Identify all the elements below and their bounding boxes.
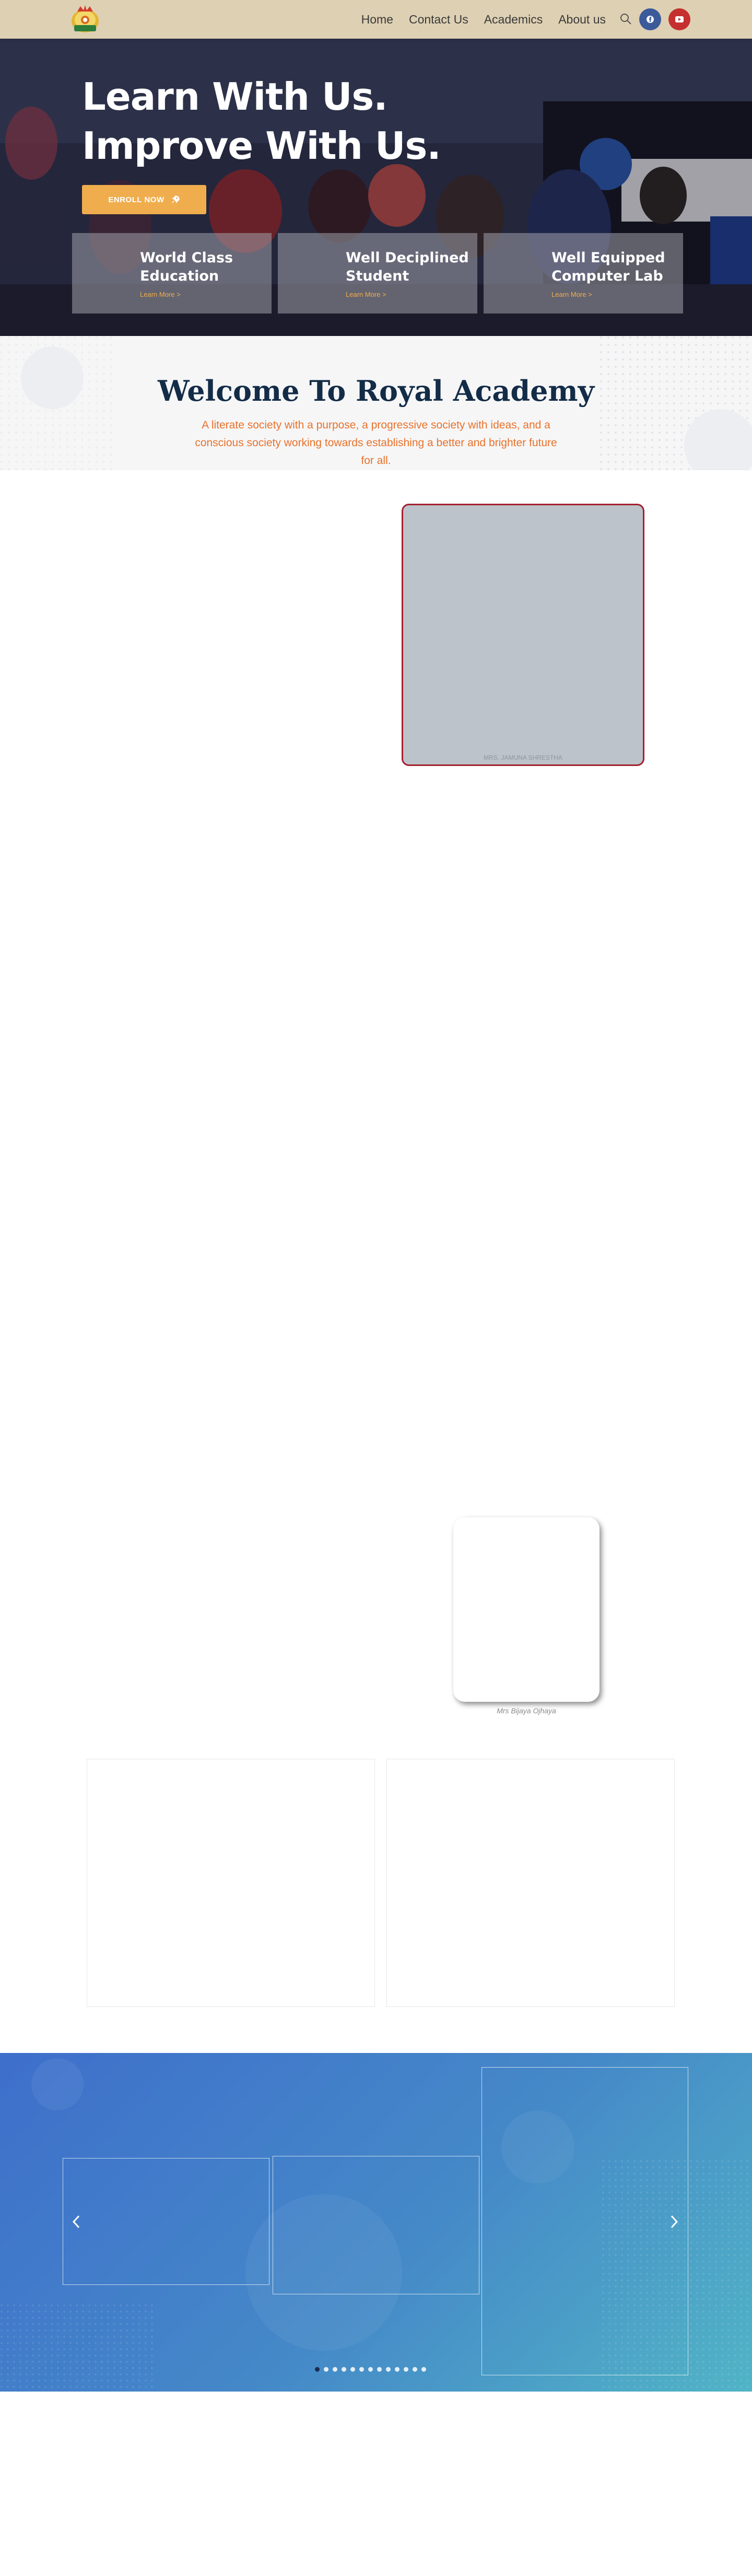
hero-title-line-1: Learn With Us. — [82, 75, 388, 119]
nav-academics[interactable]: Academics — [484, 13, 543, 27]
chevron-left-icon — [72, 2215, 80, 2229]
rocket-icon — [171, 195, 180, 203]
enroll-now-label: ENROLL NOW — [108, 195, 164, 204]
carousel-dot[interactable] — [377, 2367, 382, 2372]
feature-learn-more-link[interactable]: Learn More > — [140, 291, 181, 298]
hero-title: Learn With Us. Improve With Us. — [82, 72, 441, 170]
youtube-button[interactable] — [668, 8, 690, 30]
carousel-dot[interactable] — [421, 2367, 426, 2372]
feature-card-discipline[interactable]: Well Deciplined Student Learn More > — [278, 233, 477, 314]
carousel-dot[interactable] — [324, 2367, 328, 2372]
carousel-dot[interactable] — [386, 2367, 391, 2372]
facebook-button[interactable] — [639, 8, 661, 30]
carousel-dot[interactable] — [368, 2367, 373, 2372]
youtube-icon — [675, 16, 684, 22]
welcome-section: Welcome To Royal Academy A literate soci… — [0, 336, 752, 470]
feature-learn-more-link[interactable]: Learn More > — [551, 291, 592, 298]
principal-photo: MRS. JAMUNA SHRESTHA — [402, 504, 644, 766]
carousel-slide[interactable] — [273, 2156, 479, 2294]
carousel-pagination — [315, 2367, 426, 2372]
staff-profile-caption: Mrs Bijaya Ojhaya — [497, 1707, 556, 1715]
search-icon[interactable] — [619, 13, 632, 25]
royal-academy-logo[interactable] — [65, 4, 105, 34]
chevron-right-icon — [671, 2215, 678, 2229]
welcome-title: Welcome To Royal Academy — [157, 374, 595, 408]
nav-about-us[interactable]: About us — [558, 13, 606, 27]
welcome-subtitle: A literate society with a purpose, a pro… — [195, 419, 557, 467]
feature-title: Well Deciplined Student — [346, 250, 469, 284]
carousel-dot[interactable] — [333, 2367, 337, 2372]
carousel-dot[interactable] — [404, 2367, 408, 2372]
carousel-dot[interactable] — [315, 2367, 320, 2372]
staff-profile-card — [453, 1517, 600, 1702]
carousel-slide[interactable] — [481, 2067, 688, 2375]
carousel-prev-button[interactable] — [69, 2212, 84, 2231]
carousel-slide[interactable] — [63, 2158, 269, 2285]
feature-title: World Class Education — [140, 250, 233, 284]
feature-title: Well Equipped Computer Lab — [551, 250, 665, 284]
carousel-next-button[interactable] — [667, 2212, 682, 2231]
carousel-dot[interactable] — [350, 2367, 355, 2372]
top-navbar: Home Contact Us Academics About us — [0, 0, 752, 39]
feature-card-computer-lab[interactable]: Well Equipped Computer Lab Learn More > — [484, 233, 683, 314]
facebook-icon — [647, 16, 654, 23]
content-box-left — [87, 1759, 375, 2007]
hero-section: Learn With Us. Improve With Us. ENROLL N… — [0, 39, 752, 336]
hero-title-line-2: Improve With Us. — [82, 124, 441, 168]
principal-photo-caption: MRS. JAMUNA SHRESTHA — [484, 754, 562, 761]
feature-card-education[interactable]: World Class Education Learn More > — [72, 233, 272, 314]
nav-home[interactable]: Home — [361, 13, 393, 27]
carousel-dot[interactable] — [359, 2367, 364, 2372]
enroll-now-button[interactable]: ENROLL NOW — [82, 185, 206, 214]
carousel-dot[interactable] — [413, 2367, 417, 2372]
content-box-right — [386, 1759, 675, 2007]
carousel-dot[interactable] — [395, 2367, 400, 2372]
feature-learn-more-link[interactable]: Learn More > — [346, 291, 386, 298]
carousel-dot[interactable] — [342, 2367, 346, 2372]
page: Home Contact Us Academics About us Learn… — [0, 0, 752, 2576]
main-menu: Home Contact Us Academics About us — [361, 0, 606, 39]
nav-contact-us[interactable]: Contact Us — [409, 13, 468, 27]
gallery-carousel — [0, 2053, 752, 2392]
